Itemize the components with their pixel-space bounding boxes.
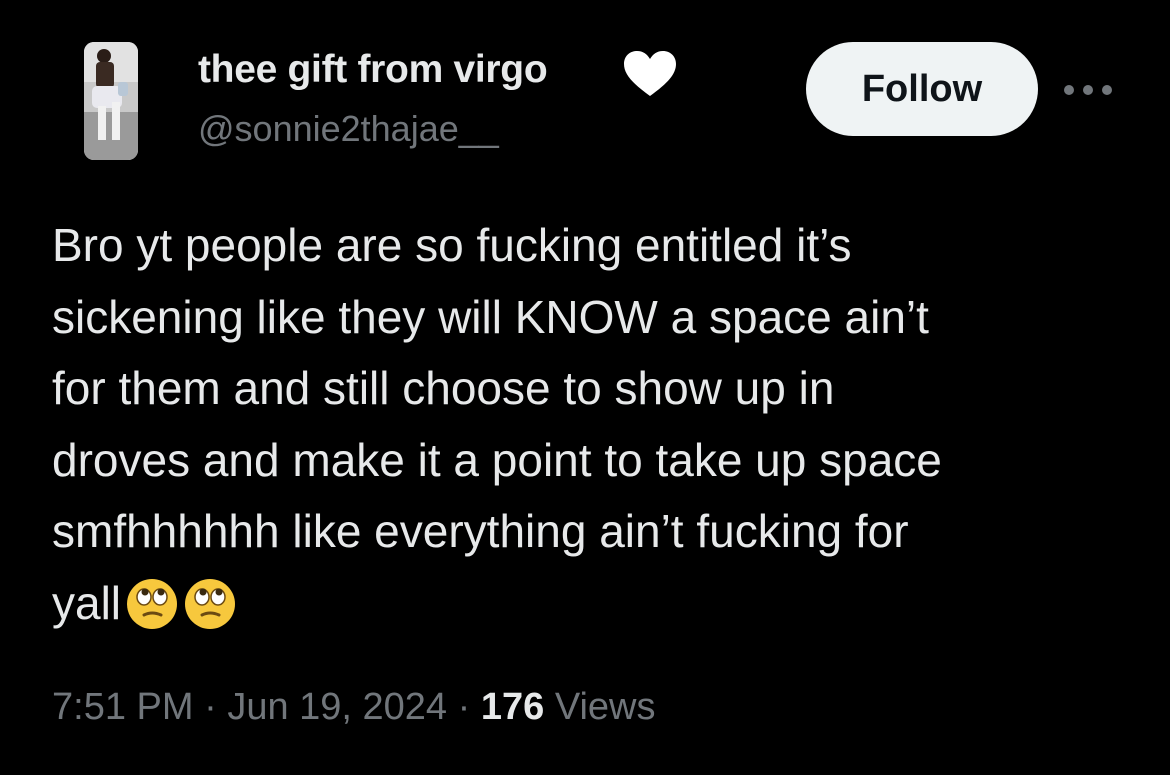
tweet-last-line: yall — [52, 568, 1132, 640]
tweet-card: thee gift from virgo @sonnie2thajae__ Fo… — [0, 0, 1170, 775]
white-heart-icon — [624, 51, 676, 96]
tweet-line: for them and still choose to show up in — [52, 362, 835, 414]
tweet-line: droves and make it a point to take up sp… — [52, 433, 942, 486]
avatar-photo — [84, 42, 138, 160]
more-dot — [1102, 85, 1112, 95]
tweet-line: smfhhhhhh like everything ain’t fucking … — [52, 505, 909, 557]
tweet-date[interactable]: Jun 19, 2024 — [227, 686, 447, 728]
more-dot — [1064, 85, 1074, 95]
tweet-line: Bro yt people are so fucking entitled it… — [52, 219, 852, 271]
tweet-line: yall — [52, 576, 122, 629]
tweet-text: Bro yt people are so fucking entitled it… — [52, 210, 1132, 639]
meta-separator: · — [204, 686, 217, 728]
tweet-time[interactable]: 7:51 PM — [52, 686, 194, 728]
tweet-meta: 7:51 PM · Jun 19, 2024 · 176 Views — [52, 686, 656, 729]
avatar[interactable] — [84, 42, 138, 160]
tweet-line: sickening like they will KNOW a space ai… — [52, 290, 929, 343]
more-options-icon[interactable] — [1064, 82, 1112, 98]
display-name[interactable]: thee gift from virgo — [198, 48, 548, 92]
more-dot — [1083, 85, 1093, 95]
views-label[interactable]: Views — [555, 686, 656, 728]
follow-button[interactable]: Follow — [806, 42, 1038, 136]
user-handle[interactable]: @sonnie2thajae__ — [198, 108, 499, 150]
meta-separator: · — [457, 686, 471, 728]
eye-roll-emoji-icon — [127, 578, 178, 629]
eye-roll-emoji-icon — [185, 578, 236, 629]
views-count[interactable]: 176 — [481, 686, 544, 728]
